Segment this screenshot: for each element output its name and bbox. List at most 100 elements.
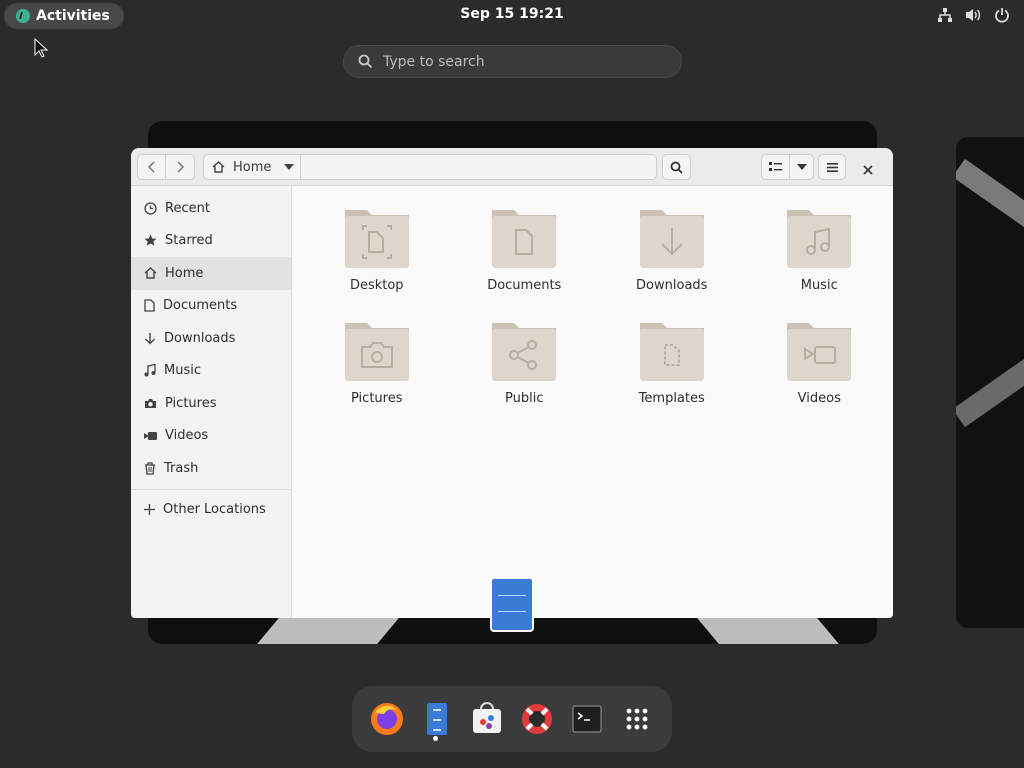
folder-label: Music (800, 278, 838, 293)
folder-label: Downloads (636, 278, 708, 293)
templates-folder-icon (639, 323, 704, 381)
clock[interactable]: Sep 15 19:21 (0, 6, 1024, 22)
folder-music[interactable]: Music (746, 202, 894, 293)
help-icon[interactable] (519, 701, 555, 737)
list-view-icon (769, 162, 782, 171)
caret-down-icon[interactable] (284, 164, 294, 170)
sidebar-item-home[interactable]: Home (131, 257, 291, 290)
document-icon (144, 299, 155, 312)
search-icon (358, 54, 373, 69)
back-button[interactable] (137, 154, 166, 180)
sidebar-item-recent[interactable]: Recent (131, 192, 291, 225)
folder-desktop[interactable]: Desktop (303, 202, 451, 293)
folder-label: Templates (638, 391, 705, 406)
home-icon (144, 267, 157, 279)
folder-label: Videos (797, 391, 841, 406)
trash-icon (145, 462, 155, 475)
mouse-cursor-icon (34, 38, 48, 58)
folder-templates[interactable]: Templates (598, 315, 746, 406)
folder-pictures[interactable]: Pictures (303, 315, 451, 406)
downloads-folder-icon (639, 210, 704, 268)
view-options-button[interactable] (790, 154, 814, 180)
sidebar-item-label: Music (164, 363, 201, 379)
sidebar-item-label: Trash (164, 460, 199, 476)
folder-public[interactable]: Public (451, 315, 599, 406)
network-icon[interactable] (937, 7, 953, 23)
folder-documents[interactable]: Documents (451, 202, 599, 293)
close-icon (863, 165, 873, 175)
folder-label: Pictures (351, 391, 403, 406)
path-crumb-home[interactable]: Home (203, 154, 301, 180)
caret-down-icon (796, 164, 807, 170)
search-bar[interactable] (343, 45, 682, 78)
files-app-overlay-icon (490, 577, 534, 632)
sidebar-item-starred[interactable]: Starred (131, 225, 291, 258)
download-icon (145, 332, 155, 345)
folder-label: Desktop (349, 278, 404, 293)
sidebar-item-music[interactable]: Music (131, 355, 291, 388)
files-icon[interactable] (419, 701, 455, 737)
sidebar-item-label: Home (165, 265, 204, 281)
sidebar-item-label: Other Locations (163, 502, 266, 518)
sidebar-item-downloads[interactable]: Downloads (131, 322, 291, 355)
search-input[interactable] (383, 53, 643, 70)
close-button[interactable] (863, 160, 873, 179)
public-folder-icon (492, 323, 557, 381)
dock (352, 686, 672, 752)
sidebar-divider (131, 488, 291, 490)
power-icon[interactable] (994, 7, 1010, 23)
app-grid-icon[interactable] (619, 701, 655, 737)
clock-icon (144, 202, 157, 215)
system-tray[interactable] (937, 7, 1010, 23)
plus-icon (144, 504, 155, 516)
sidebar-item-videos[interactable]: Videos (131, 420, 291, 453)
folder-grid: Desktop Documents Downloads Music Pictur… (303, 202, 893, 406)
volume-icon[interactable] (965, 7, 982, 23)
hamburger-menu-icon (826, 162, 838, 172)
menu-button[interactable] (818, 154, 846, 180)
camera-icon (145, 398, 156, 408)
music-icon (144, 364, 156, 377)
sidebar: Recent Starred Home Documents Downloads … (131, 186, 292, 618)
path-bar[interactable]: Home (203, 154, 657, 180)
folder-label: Public (505, 391, 544, 406)
sidebar-item-label: Pictures (165, 395, 217, 411)
music-folder-icon (787, 210, 852, 268)
file-view[interactable]: Desktop Documents Downloads Music Pictur… (293, 186, 893, 618)
firefox-icon[interactable] (369, 701, 405, 737)
documents-folder-icon (492, 210, 557, 268)
path-bar-empty (301, 154, 657, 180)
star-icon (144, 234, 157, 247)
sidebar-item-label: Recent (165, 200, 210, 216)
chevron-right-icon (177, 161, 185, 173)
next-workspace-thumbnail[interactable] (956, 137, 1024, 628)
search-button[interactable] (662, 154, 691, 180)
path-crumb-label: Home (233, 159, 272, 175)
folder-videos[interactable]: Videos (746, 315, 894, 406)
sidebar-item-documents[interactable]: Documents (131, 290, 291, 323)
home-icon (212, 161, 225, 173)
sidebar-item-trash[interactable]: Trash (131, 452, 291, 485)
video-icon (144, 431, 157, 440)
folder-downloads[interactable]: Downloads (598, 202, 746, 293)
chevron-left-icon (147, 161, 155, 173)
terminal-icon[interactable] (569, 701, 605, 737)
sidebar-item-label: Documents (163, 298, 238, 314)
sidebar-item-label: Downloads (164, 330, 236, 346)
sidebar-item-label: Starred (165, 233, 213, 249)
folder-label: Documents (487, 278, 562, 293)
desktop-folder-icon (344, 210, 409, 268)
running-indicator (433, 736, 438, 741)
top-bar: Activities Sep 15 19:21 (0, 0, 1024, 32)
view-toggle-button[interactable] (761, 154, 790, 180)
files-window[interactable]: Home Recent Starred Home Documents Downl… (131, 148, 893, 618)
pictures-folder-icon (344, 323, 409, 381)
sidebar-item-other-locations[interactable]: Other Locations (131, 494, 291, 527)
search-icon (670, 161, 683, 174)
software-icon[interactable] (469, 701, 505, 737)
header-bar: Home (131, 148, 893, 186)
sidebar-item-label: Videos (165, 428, 209, 444)
videos-folder-icon (787, 323, 852, 381)
sidebar-item-pictures[interactable]: Pictures (131, 387, 291, 420)
forward-button[interactable] (166, 154, 195, 180)
